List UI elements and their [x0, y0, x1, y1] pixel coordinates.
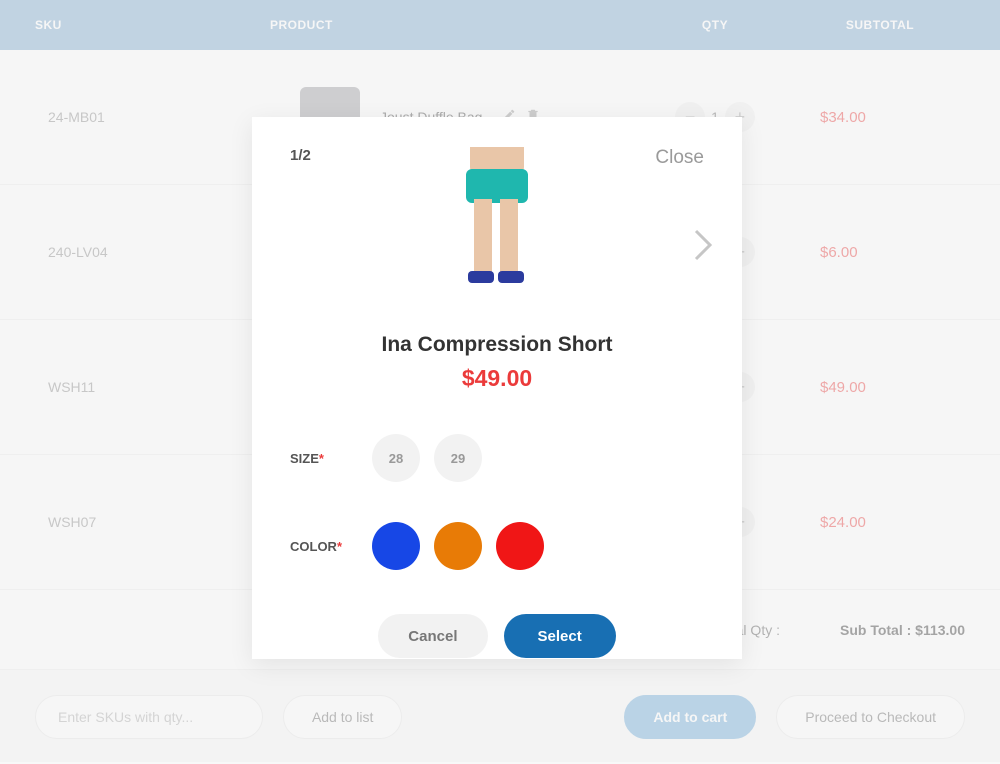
- size-swatch-28[interactable]: 28: [372, 434, 420, 482]
- required-star: *: [319, 451, 324, 466]
- modal-product-price: $49.00: [290, 365, 704, 392]
- color-swatch-orange[interactable]: [434, 522, 482, 570]
- product-options-modal: 1/2 Close Ina Compression Short $49.00 S…: [252, 117, 742, 659]
- modal-pager: 1/2: [290, 147, 311, 164]
- next-icon[interactable]: [692, 227, 716, 268]
- color-swatch-red[interactable]: [496, 522, 544, 570]
- size-swatch-29[interactable]: 29: [434, 434, 482, 482]
- product-image: [452, 147, 542, 297]
- required-star: *: [337, 539, 342, 554]
- cancel-button[interactable]: Cancel: [378, 614, 487, 658]
- select-button[interactable]: Select: [504, 614, 616, 658]
- color-option-row: COLOR*: [290, 522, 704, 570]
- color-label: COLOR*: [290, 539, 350, 554]
- modal-product-title: Ina Compression Short: [290, 333, 704, 357]
- size-label: SIZE*: [290, 451, 350, 466]
- close-button[interactable]: Close: [655, 147, 704, 169]
- size-option-row: SIZE* 28 29: [290, 434, 704, 482]
- color-swatch-blue[interactable]: [372, 522, 420, 570]
